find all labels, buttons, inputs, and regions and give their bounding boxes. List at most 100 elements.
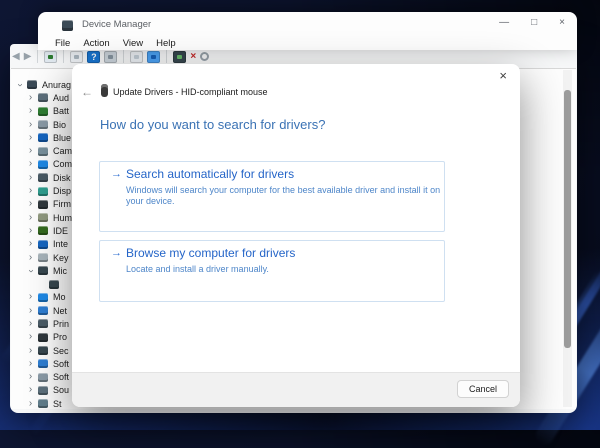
tree-item-label: Inte <box>53 239 69 250</box>
minimize-button[interactable]: — <box>499 17 509 28</box>
menu-file[interactable]: File <box>55 38 70 50</box>
uninstall-device-icon[interactable] <box>173 50 187 63</box>
mouse-icon <box>38 266 48 276</box>
monitor-icon <box>38 292 48 302</box>
mouse-device-icon <box>101 84 108 97</box>
chevron-icon[interactable]: › <box>26 345 35 356</box>
tree-item-label: Anurag <box>42 79 72 90</box>
chevron-icon[interactable]: › <box>26 199 35 209</box>
dialog-back-icon[interactable]: ← <box>81 85 93 99</box>
audio-device-icon <box>38 93 48 103</box>
list-icon[interactable] <box>104 50 118 63</box>
chevron-icon[interactable]: › <box>26 252 35 263</box>
menu-help[interactable]: Help <box>156 38 176 50</box>
disable-device-icon[interactable] <box>200 52 210 61</box>
tree-item-label: Mo <box>53 292 66 303</box>
dialog-close-icon[interactable]: × <box>499 68 507 83</box>
chevron-icon[interactable]: › <box>26 132 35 143</box>
dialog-title: Update Drivers - HID-compliant mouse <box>113 87 268 97</box>
tree-item-label: Sec <box>53 345 69 356</box>
mouse-icon <box>49 279 59 289</box>
console-tree-icon[interactable] <box>44 50 58 63</box>
forward-icon[interactable]: ▶ <box>24 50 32 63</box>
arrow-right-icon: → <box>111 247 122 259</box>
ide-controller-icon <box>38 226 48 236</box>
option-description: Windows will search your computer for th… <box>126 185 441 206</box>
tree-item-label: IDE <box>53 225 69 236</box>
vertical-scrollbar[interactable] <box>563 70 572 407</box>
maximize-button[interactable]: □ <box>531 17 537 28</box>
tree-item-label: Soft <box>53 358 70 369</box>
browse-computer-option[interactable]: → Browse my computer for drivers Locate … <box>99 240 445 302</box>
chevron-icon[interactable]: › <box>26 332 35 342</box>
properties-icon[interactable] <box>70 50 84 63</box>
tree-item-label: Hum <box>53 212 73 223</box>
camera-icon <box>38 146 48 156</box>
chevron-icon[interactable]: › <box>26 119 35 130</box>
computer-icon <box>27 80 37 90</box>
chevron-icon[interactable]: › <box>26 372 35 382</box>
scan-page-icon[interactable] <box>130 50 144 63</box>
arrow-right-icon: → <box>111 168 122 180</box>
display-adapter-icon <box>38 186 48 196</box>
chevron-icon[interactable]: › <box>26 266 37 275</box>
menu-view[interactable]: View <box>123 38 143 50</box>
chevron-icon[interactable]: › <box>15 80 26 89</box>
window-title: Device Manager <box>82 19 152 30</box>
bluetooth-icon <box>38 133 48 143</box>
chevron-icon[interactable]: › <box>26 106 35 116</box>
toolbar-separator <box>37 50 39 63</box>
printer-icon <box>38 319 48 329</box>
search-automatically-option[interactable]: → Search automatically for drivers Windo… <box>99 161 445 232</box>
remove-red-x-icon[interactable]: × <box>190 50 196 63</box>
window-controls: — □ × <box>499 17 565 28</box>
interface-card-icon <box>38 239 48 249</box>
battery-icon <box>38 106 48 116</box>
option-title: Search automatically for drivers <box>126 167 295 181</box>
chevron-icon[interactable]: › <box>26 358 35 369</box>
tree-item-label: Soft <box>53 372 70 383</box>
processor-icon <box>38 332 48 342</box>
menu-bar: File Action View Help <box>38 38 577 50</box>
chevron-icon[interactable]: › <box>26 398 35 409</box>
chevron-icon[interactable]: › <box>26 305 35 316</box>
update-driver-screen-icon[interactable] <box>147 50 161 63</box>
tree-item-label: Key <box>53 252 69 263</box>
update-drivers-dialog: × ← Update Drivers - HID-compliant mouse… <box>72 64 520 407</box>
chevron-icon[interactable]: › <box>26 146 35 156</box>
chevron-icon[interactable]: › <box>26 212 35 223</box>
tree-item-label: Aud <box>53 92 70 103</box>
chevron-icon[interactable]: › <box>26 225 35 236</box>
dialog-heading: How do you want to search for drivers? <box>100 117 326 132</box>
scrollbar-thumb[interactable] <box>564 90 571 348</box>
hid-device-icon <box>38 213 48 223</box>
network-adapter-icon <box>38 306 48 316</box>
disk-drive-icon <box>38 173 48 183</box>
cancel-button[interactable]: Cancel <box>457 380 509 398</box>
tree-item-label: Mic <box>53 265 67 276</box>
dialog-footer: Cancel <box>72 372 520 407</box>
tree-item-label: Blue <box>53 132 72 143</box>
tree-item-label: Firm <box>53 199 71 210</box>
chevron-icon[interactable]: › <box>26 239 35 249</box>
chevron-icon[interactable]: › <box>26 292 35 302</box>
chevron-icon[interactable]: › <box>26 186 35 196</box>
firmware-icon <box>38 199 48 209</box>
tree-item-label: Disk <box>53 172 71 183</box>
tree-item-label: St <box>53 398 62 409</box>
tree-item-label: Cam <box>53 146 73 157</box>
sound-controller-icon <box>38 385 48 395</box>
chevron-icon[interactable]: › <box>26 159 35 169</box>
software-device-icon <box>38 372 48 382</box>
chevron-icon[interactable]: › <box>26 92 35 103</box>
chevron-icon[interactable]: › <box>26 385 35 395</box>
menu-action[interactable]: Action <box>83 38 109 50</box>
device-manager-icon <box>62 20 73 31</box>
chevron-icon[interactable]: › <box>26 172 35 183</box>
back-icon[interactable]: ◀ <box>12 50 20 63</box>
chevron-icon[interactable]: › <box>26 318 35 329</box>
help-icon[interactable]: ? <box>87 50 101 63</box>
tree-item-label: Batt <box>53 106 70 117</box>
toolbar-separator <box>166 50 168 63</box>
close-button[interactable]: × <box>559 17 565 28</box>
